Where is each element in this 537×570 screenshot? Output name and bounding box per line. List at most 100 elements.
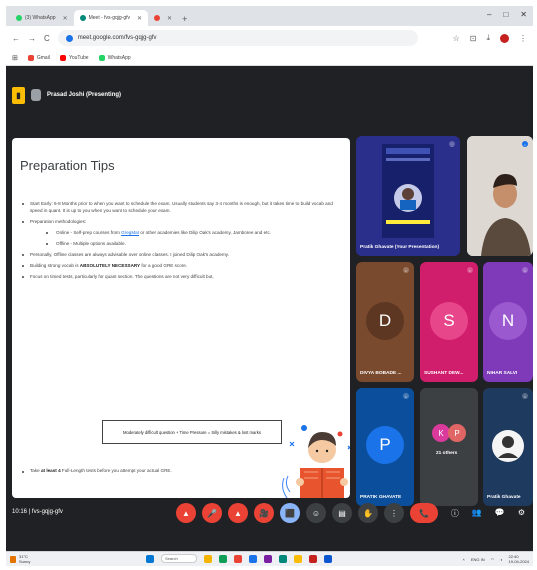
bookmark-star-icon[interactable]: ☆ [453,34,460,43]
info-icon[interactable]: ⓘ [451,508,459,519]
close-icon[interactable]: ✕ [63,15,68,22]
language-indicator[interactable]: ENG IN [471,557,485,562]
weather-widget[interactable]: 31°C Sunny [10,554,30,564]
weather-text: 31°C Sunny [19,554,30,564]
tab-label: Meet - fvs-gqjg-gfv [88,15,131,21]
bullet-text: Full-Length tests before you attempt you… [60,468,172,473]
more-icon[interactable]: ⋮ [449,141,455,147]
participant-tile-pratik-upper[interactable]: • P PRATIK GHAVATE [356,388,414,506]
tab-recording[interactable]: ✕ [148,10,178,26]
address-bar[interactable]: meet.google.com/fvs-gqjg-gfv [57,30,418,46]
profile-picture [492,430,524,462]
forward-button[interactable]: → [28,34,36,43]
app-icon[interactable] [324,554,332,563]
camera-options-button[interactable]: ▲ [228,503,248,523]
mic-off-icon[interactable]: 🎤 [202,503,222,523]
toolbar: ← → C meet.google.com/fvs-gqjg-gfv ☆ ⊡ ⤓… [6,26,533,50]
chat-icon[interactable]: 💬 [495,508,505,519]
captions-icon[interactable]: ▤ [332,503,352,523]
camera-off-icon[interactable]: 🎥 [254,503,274,523]
participant-name: NIHAR SALVI [487,371,518,376]
bookmark-label: Gmail [36,54,50,61]
bullet-text: Online - Self-prep courses from [56,230,122,235]
toolbar-right: ☆ ⊡ ⤓ ⋮ [453,33,527,43]
close-window-button[interactable]: ✕ [520,10,527,19]
screenshot: (3) WhatsApp ✕ Meet - fvs-gqjg-gfv ✕ ✕ +… [6,6,533,566]
bullet-text: or other academies like Dilip Oak's acad… [138,230,272,235]
start-icon[interactable] [146,554,154,563]
avatar-initial: S [443,311,455,330]
emoji-icon[interactable]: ☺ [306,503,326,523]
bullet-timed-tests: Focus on timed tests, particularly for q… [20,273,340,280]
participant-tile-divya[interactable]: • D DIVYA BOBADE ... [356,262,414,382]
menu-icon[interactable]: ⋮ [519,34,527,43]
clock[interactable]: 22:40 19-04-2024 [509,554,529,564]
app-icon[interactable] [309,554,317,563]
app-icon[interactable] [234,554,242,563]
app-icon[interactable] [264,554,272,563]
meeting-code: 10:16 | fvs-gqjg-gfv [12,509,63,515]
bookmark-label: WhatsApp [107,54,131,61]
tab-meet[interactable]: Meet - fvs-gqjg-gfv ✕ [73,10,149,26]
close-icon[interactable]: ✕ [167,15,172,22]
windows-taskbar: 31°C Sunny Search ˄ ENG IN ◠ ◖ 22:40 19-… [6,551,533,566]
pin-icon[interactable]: ▮ [12,86,25,104]
extensions-icon[interactable]: ⊡ [470,34,477,43]
sun-icon [10,555,16,563]
bullet-methodologies: Preparation methodologies: [20,218,340,225]
avatar-initial: N [501,311,515,330]
app-icon[interactable] [294,554,302,563]
clock-date: 19-04-2024 [508,559,529,564]
back-button[interactable]: ← [12,34,20,43]
site-info-icon[interactable] [65,34,73,42]
activities-icon[interactable]: ⚙ [518,508,525,519]
participant-tile-others[interactable]: K P 21 others [420,388,478,506]
bookmark-gmail[interactable]: Gmail [27,54,50,61]
window-controls: – □ ✕ [487,10,527,19]
formula-text: Moderately difficult question + Time Pre… [123,429,261,435]
weather-desc: Sunny [19,559,31,564]
presenter-icon [31,89,41,101]
recording-icon [154,15,161,21]
bookmark-youtube[interactable]: YouTube [59,54,89,61]
app-icon[interactable] [249,554,257,563]
maximize-button[interactable]: □ [503,10,508,19]
participant-tile-presentation[interactable]: ⋮ Pratik Ghavate (Your Presentation) [356,136,460,256]
close-icon[interactable]: ✕ [137,15,142,22]
taskbar-search[interactable]: Search [161,554,197,563]
new-tab-button[interactable]: + [182,14,187,24]
participant-tile-camera[interactable]: • [467,136,533,256]
present-screen-icon[interactable]: ⬛ [280,503,300,523]
tray-chevron-icon[interactable]: ˄ [462,557,464,562]
camera-video [467,136,533,256]
people-icon[interactable]: 👥 [472,508,482,519]
gregmat-link[interactable]: GregMat [121,230,139,235]
app-icon[interactable] [279,554,287,563]
download-icon[interactable]: ⤓ [486,33,490,43]
reload-button[interactable]: C [44,34,50,43]
app-icon[interactable] [219,554,227,563]
participant-tile-pratik-lower[interactable]: • Pratik Ghavate [483,388,533,506]
bookmark-whatsapp[interactable]: WhatsApp [98,54,131,61]
app-icon[interactable] [204,554,212,563]
profile-avatar[interactable] [500,33,509,43]
youtube-icon [59,54,66,61]
participant-tile-nihar[interactable]: • N NIHAR SALVI [483,262,533,382]
mic-options-button[interactable]: ▲ [176,503,196,523]
side-panel-buttons: ⓘ 👥 💬 ⚙ [451,508,525,519]
bullet-full-length: Take at least 4 Full-Length tests before… [22,468,172,473]
raise-hand-icon[interactable]: ✋ [358,503,378,523]
tab-whatsapp[interactable]: (3) WhatsApp ✕ [10,10,74,26]
participant-name: SUSHANT DEW... [424,371,464,376]
formula-box: Moderately difficult question + Time Pre… [102,420,282,444]
volume-icon[interactable]: ◖ [500,557,502,562]
taskbar-apps: Search [146,554,332,563]
participant-tile-sushant[interactable]: • S SUSHANT DEW... [420,262,478,382]
minimize-button[interactable]: – [487,10,491,19]
bookmarks-bar: ⊞ Gmail YouTube WhatsApp [6,50,533,66]
participant-name: 21 others [436,451,458,456]
leave-call-button[interactable]: 📞 [410,503,438,523]
wifi-icon[interactable]: ◠ [491,557,495,562]
apps-grid-icon[interactable]: ⊞ [12,54,18,62]
more-options-icon[interactable]: ⋮ [384,503,404,523]
